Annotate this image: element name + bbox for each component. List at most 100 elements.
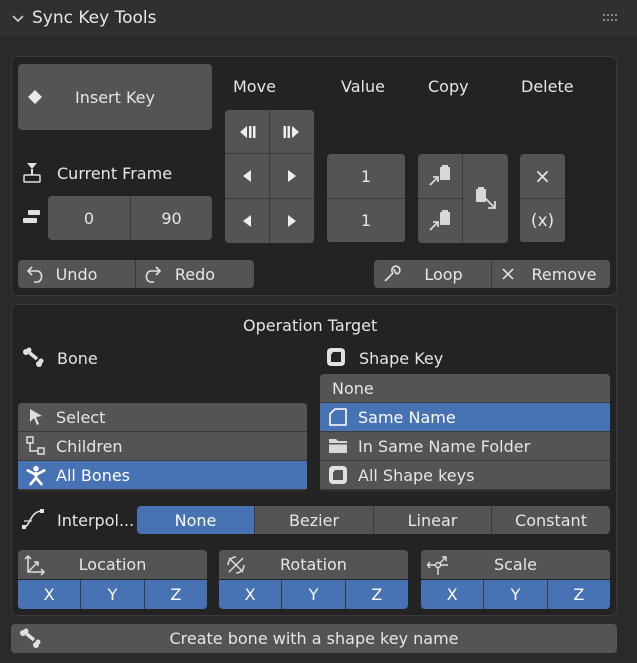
rotation-axis-x[interactable]: X	[219, 580, 282, 609]
location-group: Location X Y Z	[18, 550, 207, 609]
interpolation-selector: None Bezier Linear Constant	[137, 506, 610, 534]
interp-option-none[interactable]: None	[137, 506, 254, 534]
chevron-down-icon[interactable]	[10, 11, 26, 27]
scale-axes: X Y Z	[421, 580, 610, 609]
loop-label: Loop	[424, 264, 463, 284]
redo-icon	[142, 265, 162, 283]
shape-option-same-name[interactable]: Same Name	[320, 403, 610, 432]
value-header: Value	[341, 77, 385, 96]
shape-key-label: Shape Key	[359, 349, 444, 368]
triangle-right-icon	[287, 170, 297, 182]
value-bottom-field[interactable]: 1	[327, 198, 405, 242]
close-icon	[500, 266, 516, 282]
triangle-right-icon	[287, 215, 297, 227]
interp-option-linear[interactable]: Linear	[373, 506, 491, 534]
undo-label: Undo	[55, 264, 98, 284]
panel-header[interactable]: Sync Key Tools	[0, 0, 637, 38]
shape-key-target-list: None Same Name In Same Name Folder All S…	[320, 374, 610, 492]
location-label: Location	[78, 555, 147, 574]
panel-title: Sync Key Tools	[32, 8, 157, 28]
location-toggle[interactable]: Location	[18, 550, 207, 579]
shape-option-all-shape-keys[interactable]: All Shape keys	[320, 461, 610, 490]
location-axis-z[interactable]: Z	[144, 580, 207, 609]
interpolation-label: Interpol...	[57, 511, 135, 530]
rotation-toggle[interactable]: Rotation	[219, 550, 408, 579]
frame-range-field[interactable]: 0 90	[48, 196, 212, 240]
shape-option-label: All Shape keys	[358, 465, 475, 485]
jump-prev-icon	[238, 125, 256, 139]
copy-header: Copy	[428, 77, 469, 96]
location-axis-x[interactable]: X	[18, 580, 81, 609]
wrench-icon	[382, 265, 402, 283]
frame-end-field[interactable]: 90	[130, 196, 212, 240]
cursor-arrow-icon	[26, 407, 46, 427]
shape-option-none[interactable]: None	[320, 374, 610, 403]
shape-key-icon	[326, 347, 346, 367]
shape-key-outline-icon	[328, 407, 348, 427]
shape-option-same-name-folder[interactable]: In Same Name Folder	[320, 432, 610, 461]
bone-option-children[interactable]: Children	[18, 432, 307, 461]
bone-label: Bone	[57, 349, 98, 368]
scale-icon	[427, 554, 449, 576]
location-axis-y[interactable]: Y	[81, 580, 144, 609]
bone-option-label: Children	[56, 436, 123, 456]
copy-paste-icon	[428, 165, 452, 187]
scale-group: Scale X Y Z	[421, 550, 610, 609]
interp-option-constant[interactable]: Constant	[491, 506, 610, 534]
folder-icon	[328, 436, 348, 456]
undo-redo-group: Undo Redo	[18, 260, 254, 288]
triangle-left-icon	[242, 170, 252, 182]
move-right-value-button[interactable]	[270, 199, 314, 243]
insert-key-label: Insert Key	[75, 87, 155, 107]
scale-axis-y[interactable]: Y	[484, 580, 547, 609]
scale-axis-z[interactable]: Z	[547, 580, 610, 609]
loop-remove-group: Loop Remove	[374, 260, 610, 288]
rotation-axis-y[interactable]: Y	[282, 580, 345, 609]
paste-button[interactable]	[463, 154, 508, 243]
copy-value-bottom-button[interactable]	[418, 199, 462, 243]
jump-prev-key-button[interactable]	[225, 110, 269, 153]
shape-option-label: Same Name	[358, 407, 456, 427]
move-left-button[interactable]	[225, 154, 269, 198]
undo-button[interactable]: Undo	[18, 260, 135, 288]
insert-key-button[interactable]: Insert Key	[18, 64, 212, 130]
remove-button[interactable]: Remove	[491, 260, 610, 288]
bone-option-label: Select	[56, 407, 106, 427]
drag-grip-icon[interactable]	[603, 13, 619, 23]
scale-toggle[interactable]: Scale	[421, 550, 610, 579]
loop-button[interactable]: Loop	[374, 260, 491, 288]
jump-next-key-button[interactable]	[270, 110, 314, 153]
armature-figure-icon	[26, 465, 46, 486]
redo-button[interactable]: Redo	[135, 260, 254, 288]
remove-label: Remove	[531, 264, 597, 284]
bone-icon	[19, 628, 41, 650]
location-axes: X Y Z	[18, 580, 207, 609]
bone-option-label: All Bones	[56, 465, 131, 485]
value-top-field[interactable]: 1	[327, 154, 405, 198]
interp-option-bezier[interactable]: Bezier	[254, 506, 373, 534]
copy-paste-icon	[428, 210, 452, 232]
move-left-value-button[interactable]	[225, 199, 269, 243]
bone-option-all-bones[interactable]: All Bones	[18, 461, 307, 490]
bone-target-list: Select Children All Bones	[18, 403, 307, 492]
move-header: Move	[233, 77, 276, 96]
create-bone-button[interactable]: Create bone with a shape key name	[11, 624, 617, 653]
delete-key-button[interactable]: ×	[520, 154, 565, 198]
move-grid	[225, 110, 314, 243]
paste-arrow-icon	[474, 186, 498, 211]
delete-expression-button[interactable]: (x)	[520, 198, 565, 242]
triangle-left-icon	[242, 215, 252, 227]
frame-start-field[interactable]: 0	[48, 196, 130, 240]
location-axes-icon	[24, 554, 46, 576]
create-bone-label: Create bone with a shape key name	[169, 629, 459, 648]
rotation-icon	[225, 554, 247, 576]
rotation-axis-z[interactable]: Z	[345, 580, 408, 609]
undo-icon	[26, 265, 46, 283]
copy-value-top-button[interactable]	[418, 154, 462, 198]
scale-axis-x[interactable]: X	[421, 580, 484, 609]
rotation-group: Rotation X Y Z	[219, 550, 408, 609]
bone-option-select[interactable]: Select	[18, 403, 307, 432]
shape-keys-icon	[328, 465, 348, 485]
rotation-axes: X Y Z	[219, 580, 408, 609]
move-right-button[interactable]	[270, 154, 314, 198]
